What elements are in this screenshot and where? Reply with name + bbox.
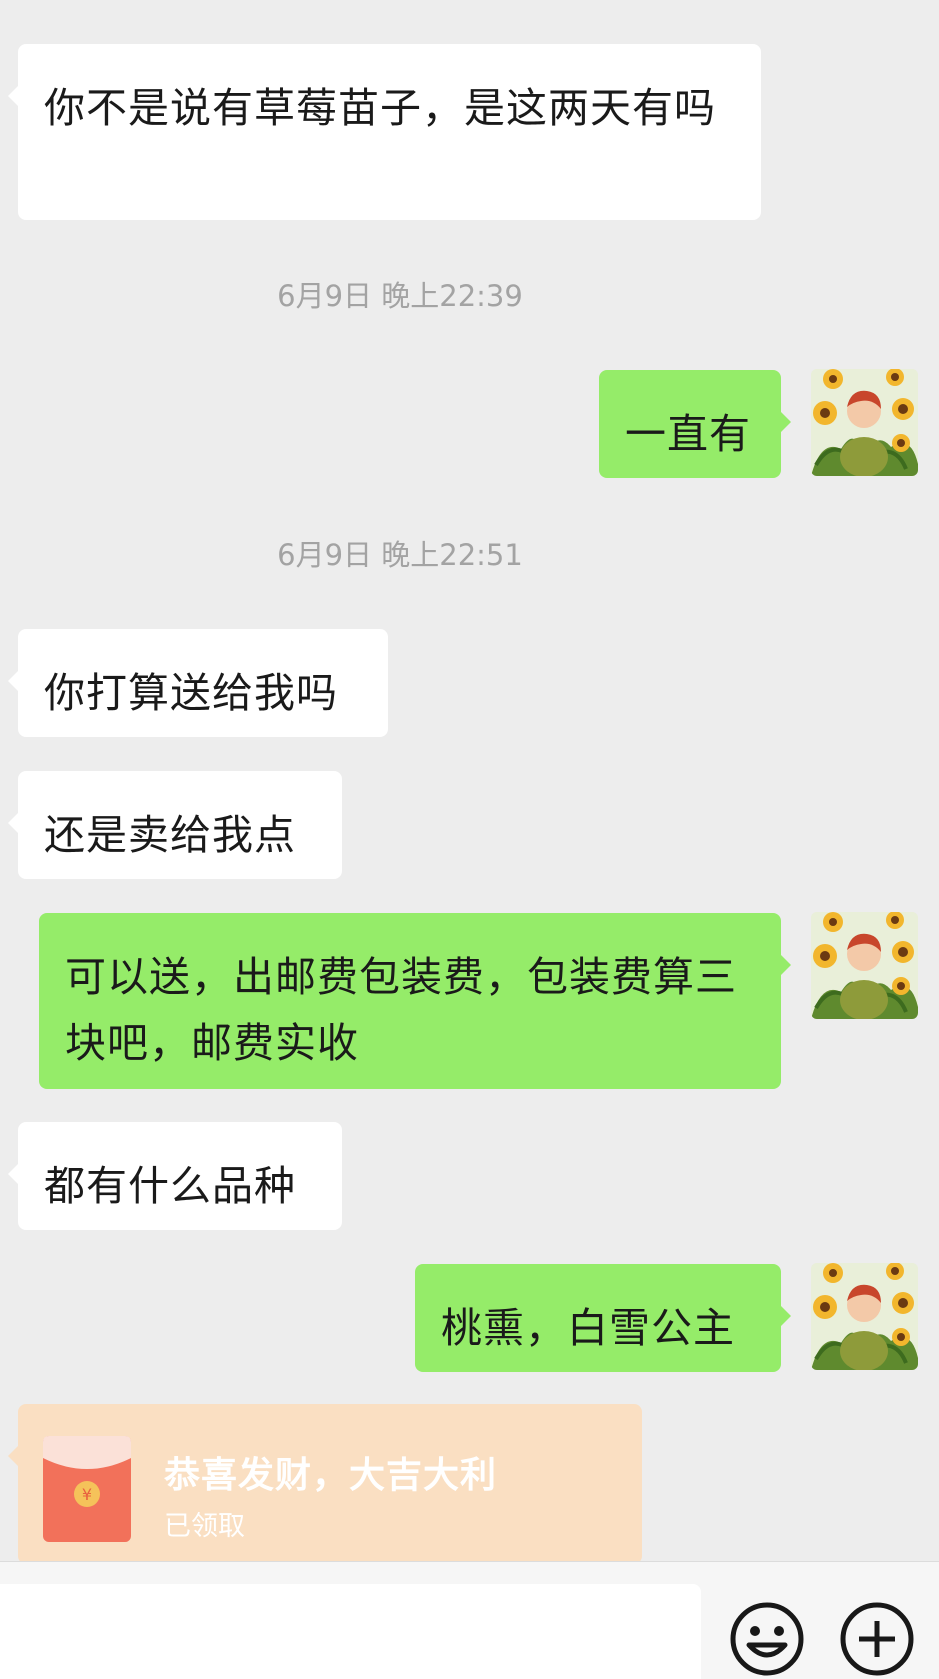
message-bubble-outgoing[interactable]: 桃熏，白雪公主	[415, 1264, 791, 1372]
avatar[interactable]	[811, 369, 918, 476]
message-bubble-outgoing[interactable]: 可以送，出邮费包装费，包装费算三块吧，邮费实收	[39, 913, 791, 1089]
avatar[interactable]	[811, 1263, 918, 1370]
message-bubble-incoming[interactable]: 你不是说有草莓苗子，是这两天有吗	[8, 44, 761, 220]
timestamp: 6月9日 晚上22:51	[277, 538, 523, 572]
message-text: 你不是说有草莓苗子，是这两天有吗	[44, 84, 716, 132]
sunflower-portrait-icon	[811, 912, 918, 1019]
message-text: 你打算送给我吗	[44, 669, 338, 717]
message-text: 都有什么品种	[44, 1162, 296, 1210]
red-packet-status: 已领取	[164, 1511, 245, 1542]
smiley-icon[interactable]	[729, 1601, 805, 1677]
svg-text:¥: ¥	[82, 1485, 92, 1504]
red-packet-message[interactable]: ¥ 恭喜发财，大吉大利 已领取	[8, 1404, 642, 1564]
timestamp: 6月9日 晚上22:39	[277, 279, 523, 313]
red-envelope-icon: ¥	[43, 1436, 131, 1542]
message-text: 可以送，出邮费包装费，包装费算三块吧，邮费实收	[65, 953, 737, 1067]
message-text: 桃熏，白雪公主	[441, 1304, 735, 1352]
plus-circle-icon[interactable]	[839, 1601, 915, 1677]
sunflower-portrait-icon	[811, 369, 918, 476]
input-bar	[0, 1561, 939, 1679]
message-bubble-incoming[interactable]: 都有什么品种	[8, 1122, 342, 1230]
avatar[interactable]	[811, 912, 918, 1019]
message-bubble-incoming[interactable]: 你打算送给我吗	[8, 629, 388, 737]
red-packet-title: 恭喜发财，大吉大利	[164, 1455, 498, 1496]
sunflower-portrait-icon	[811, 1263, 918, 1370]
message-text: 一直有	[625, 410, 751, 458]
message-input[interactable]	[0, 1584, 701, 1679]
message-bubble-outgoing[interactable]: 一直有	[599, 370, 791, 478]
message-bubble-incoming[interactable]: 还是卖给我点	[8, 771, 342, 879]
message-text: 还是卖给我点	[44, 811, 296, 859]
